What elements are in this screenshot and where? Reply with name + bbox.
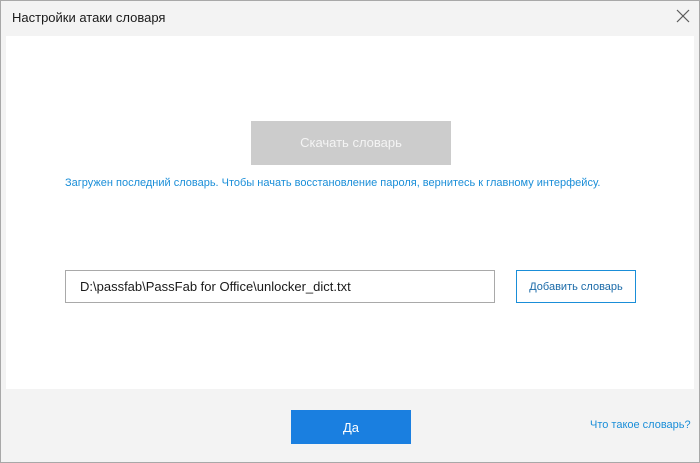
- ok-button[interactable]: Да: [291, 410, 411, 444]
- close-button[interactable]: [673, 6, 693, 26]
- download-dictionary-button[interactable]: Скачать словарь: [251, 121, 451, 165]
- what-is-dictionary-link[interactable]: Что такое словарь?: [590, 419, 691, 431]
- close-icon: [676, 9, 690, 23]
- window-title: Настройки атаки словаря: [12, 10, 166, 25]
- dictionary-attack-settings-dialog: Настройки атаки словаря Скачать словарь …: [0, 0, 700, 463]
- title-bar: Настройки атаки словаря: [1, 1, 699, 35]
- dictionary-status-text: Загружен последний словарь. Чтобы начать…: [65, 177, 601, 189]
- dictionary-path-input[interactable]: [65, 270, 495, 303]
- dialog-footer: Да Что такое словарь?: [1, 390, 699, 462]
- dialog-content: Скачать словарь Загружен последний слова…: [6, 36, 694, 389]
- add-dictionary-button[interactable]: Добавить словарь: [516, 270, 636, 303]
